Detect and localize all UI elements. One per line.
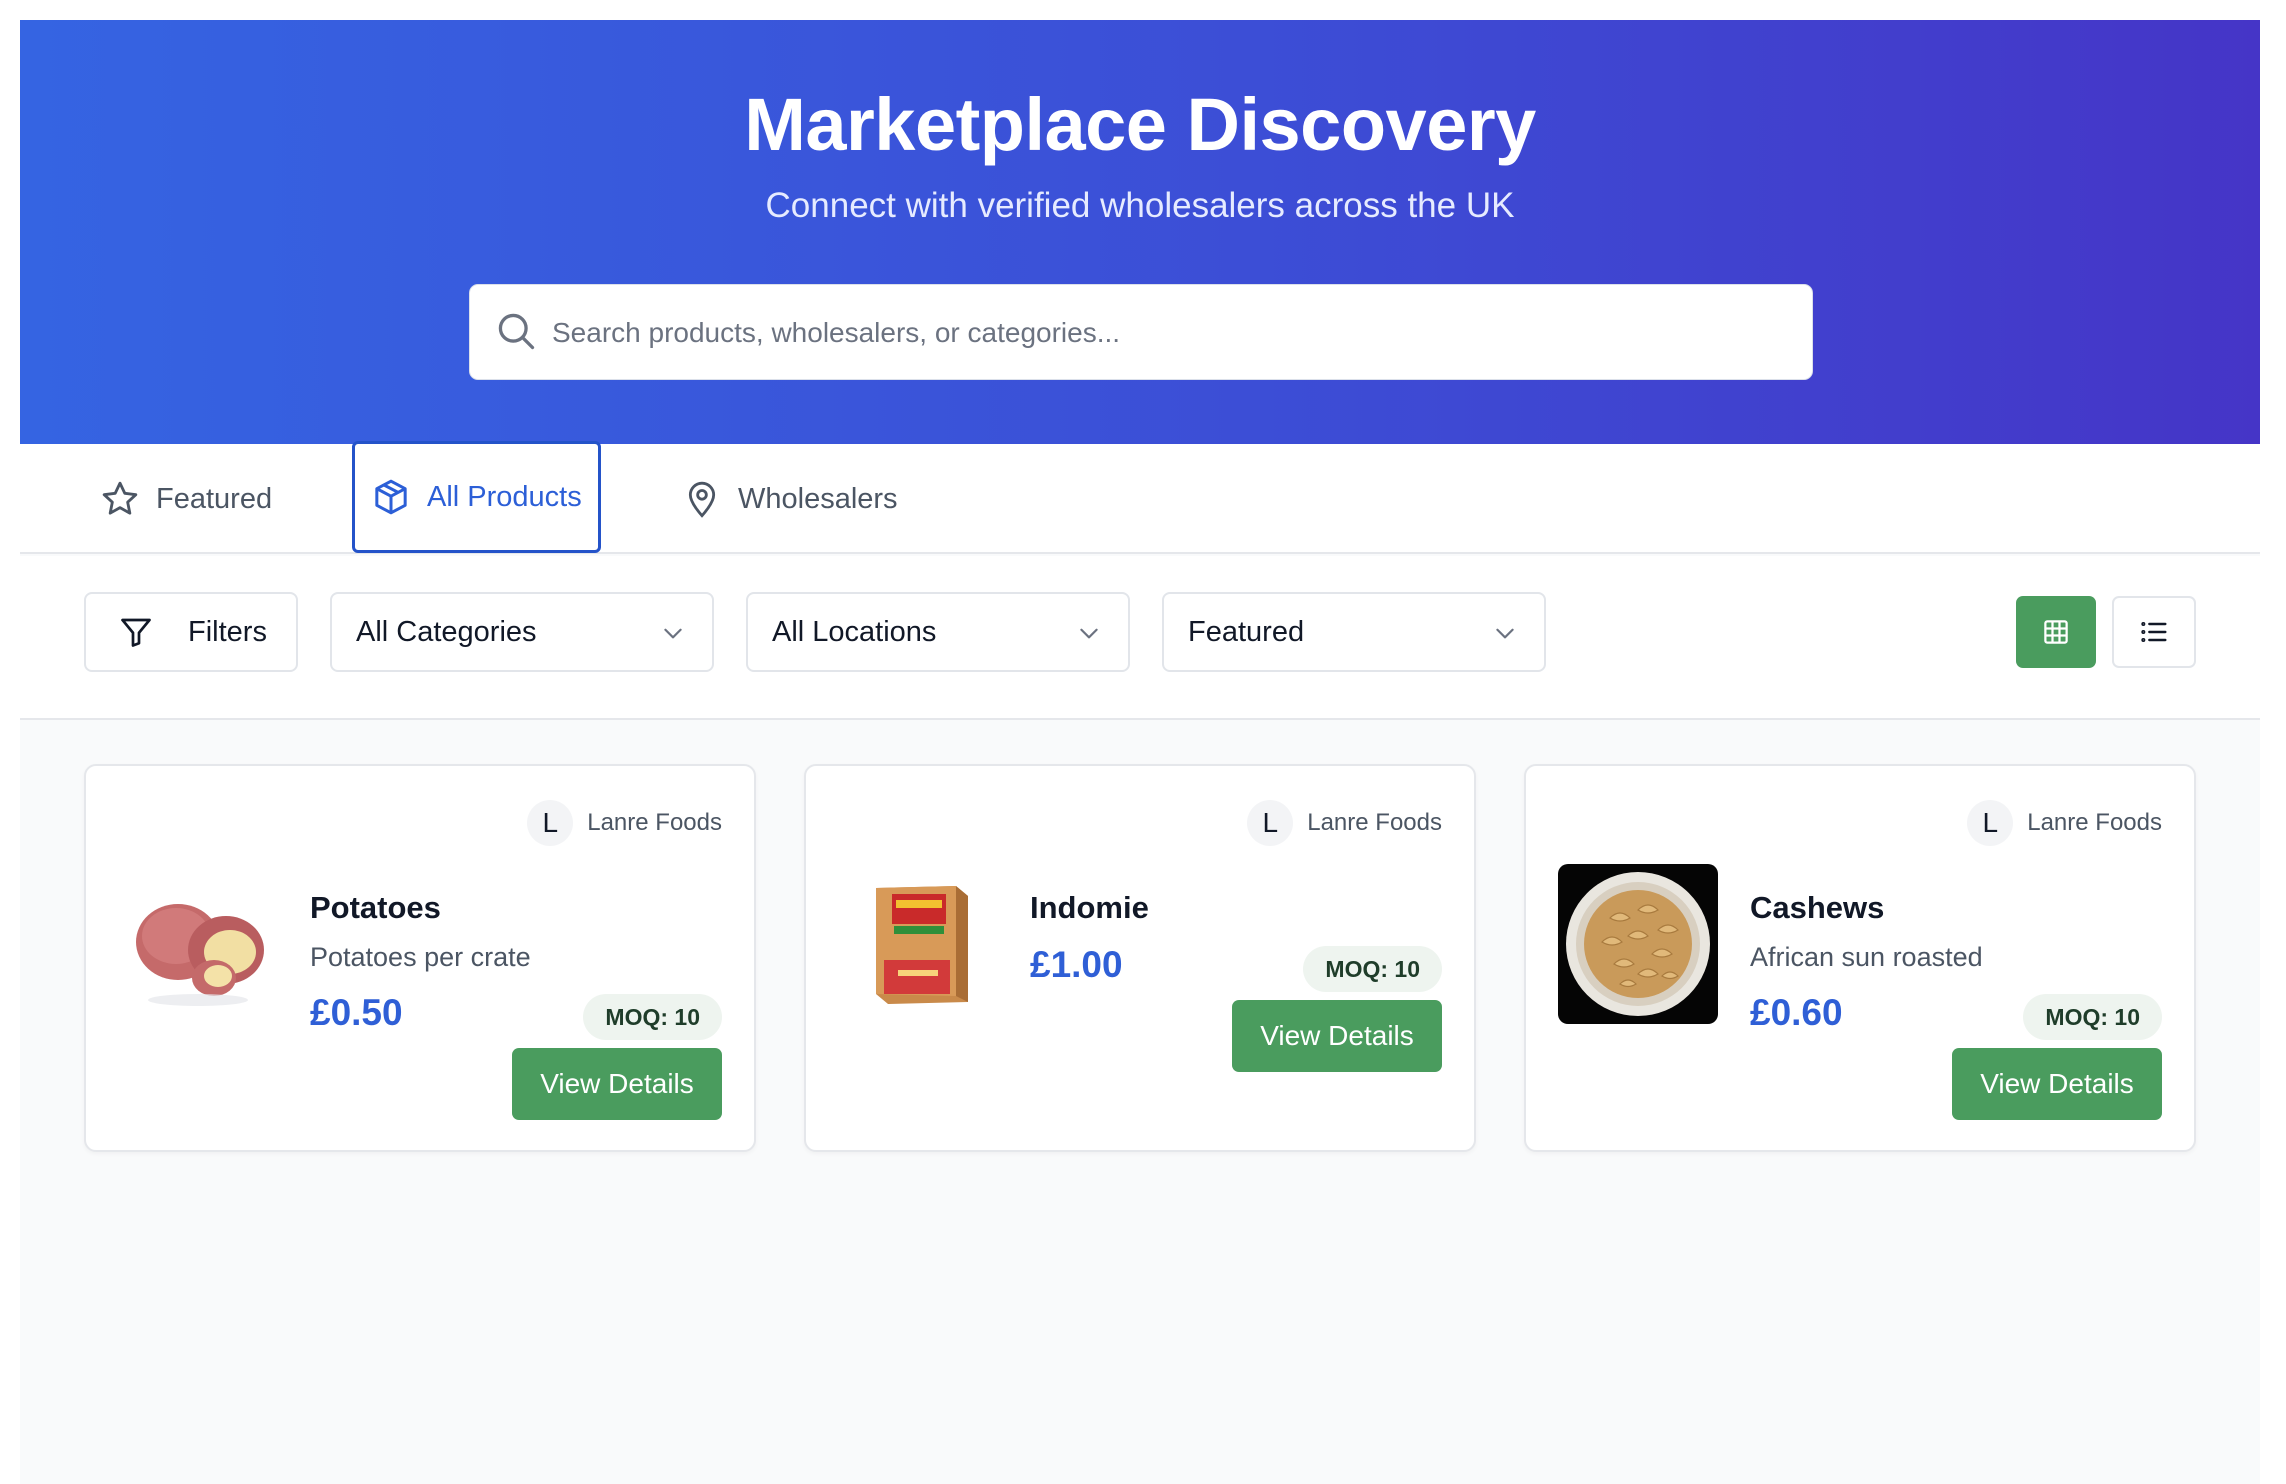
- moq-badge: MOQ: 10: [1303, 946, 1442, 992]
- view-details-button[interactable]: View Details: [1232, 1000, 1442, 1072]
- view-details-button[interactable]: View Details: [1952, 1048, 2162, 1120]
- star-icon: [102, 481, 138, 515]
- view-details-button[interactable]: View Details: [512, 1048, 722, 1120]
- avatar: L: [1247, 800, 1294, 846]
- box-icon: [375, 479, 407, 515]
- location-select[interactable]: All Locations: [746, 592, 1130, 672]
- product-name: Potatoes: [310, 890, 441, 925]
- sort-select[interactable]: Featured: [1162, 592, 1546, 672]
- filters-button[interactable]: Filters: [84, 592, 298, 672]
- tab-wholesalers[interactable]: Wholesalers: [682, 444, 898, 554]
- list-icon: [2141, 622, 2167, 642]
- location-select-value: All Locations: [772, 615, 937, 648]
- sort-select-value: Featured: [1188, 615, 1305, 648]
- avatar: L: [1967, 800, 2014, 846]
- product-price: £0.50: [310, 992, 403, 1033]
- map-pin-icon: [688, 481, 716, 518]
- seller-name: Lanre Foods: [1307, 809, 1442, 836]
- grid-view-button[interactable]: [2016, 596, 2096, 668]
- tab-all-products[interactable]: All Products: [352, 441, 601, 553]
- chevron-down-icon: [1080, 628, 1098, 639]
- search-box[interactable]: [469, 284, 1813, 380]
- tab-label: Wholesalers: [738, 482, 898, 515]
- filter-icon: [121, 618, 151, 647]
- seller-name: Lanre Foods: [587, 809, 722, 836]
- page-subtitle: Connect with verified wholesalers across…: [765, 186, 1515, 225]
- hero-banner: Marketplace Discovery Connect with verif…: [20, 20, 2260, 444]
- tab-bar: Featured All Products Wholesalers: [20, 441, 2260, 554]
- product-price: £1.00: [1030, 944, 1123, 985]
- category-select-value: All Categories: [356, 615, 537, 648]
- product-card: L Lanre Foods Indomie £1.00 MOQ: 10 View…: [804, 764, 1476, 1152]
- potatoes-image: [136, 904, 264, 1006]
- product-name: Cashews: [1750, 890, 1885, 925]
- tab-featured[interactable]: Featured: [100, 444, 272, 554]
- seller-info: L Lanre Foods: [1247, 800, 1442, 846]
- chevron-down-icon: [1496, 628, 1514, 639]
- product-card: L Lanre Foods Cashews African sun roaste…: [1524, 764, 2196, 1152]
- tab-label: Featured: [156, 482, 273, 515]
- product-price: £0.60: [1750, 992, 1843, 1033]
- seller-info: L Lanre Foods: [527, 800, 722, 846]
- seller-name: Lanre Foods: [2027, 809, 2162, 836]
- product-description: Potatoes per crate: [310, 942, 531, 972]
- filter-bar: Filters All Categories All Locations Fea…: [20, 556, 2260, 720]
- seller-info: L Lanre Foods: [1967, 800, 2162, 846]
- page-title: Marketplace Discovery: [744, 83, 1536, 166]
- tab-label: All Products: [427, 480, 582, 513]
- cashews-image: [1558, 864, 1718, 1024]
- search-icon: [498, 313, 535, 350]
- product-name: Indomie: [1030, 890, 1149, 925]
- grid-icon: [2044, 620, 2068, 644]
- avatar: L: [527, 800, 574, 846]
- product-card: L Lanre Foods Potatoes Potatoes per crat…: [84, 764, 756, 1152]
- chevron-down-icon: [664, 628, 682, 639]
- indomie-image: [876, 886, 968, 1004]
- category-select[interactable]: All Categories: [330, 592, 714, 672]
- list-view-button[interactable]: [2112, 596, 2196, 668]
- moq-badge: MOQ: 10: [2023, 994, 2162, 1040]
- product-description: African sun roasted: [1750, 942, 1983, 972]
- search-input[interactable]: [552, 305, 1792, 361]
- moq-badge: MOQ: 10: [583, 994, 722, 1040]
- marketplace-app: Marketplace Discovery Connect with verif…: [20, 20, 2260, 1484]
- filters-label: Filters: [188, 615, 267, 648]
